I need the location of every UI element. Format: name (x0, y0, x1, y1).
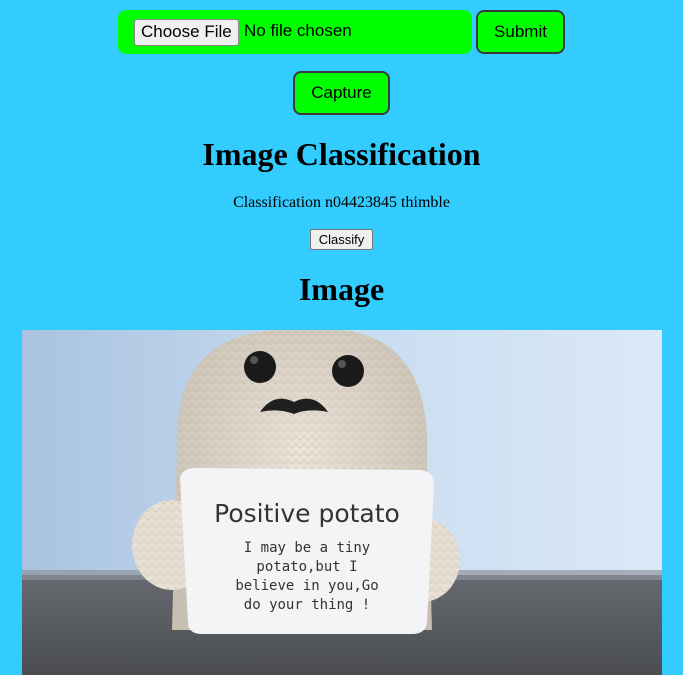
classify-button[interactable]: Classify (310, 229, 373, 250)
classification-result: Classification n04423845 thimble (233, 194, 450, 211)
choose-file-button[interactable]: Choose File (134, 19, 239, 46)
sign-title: Positive potato (214, 499, 400, 528)
captured-image: Positive potato I may be a tiny potato,b… (22, 330, 662, 675)
submit-button[interactable]: Submit (476, 10, 565, 54)
file-input-container[interactable]: Choose File No file chosen (118, 10, 472, 54)
capture-button[interactable]: Capture (293, 71, 390, 115)
page-title: Image Classification (202, 136, 481, 172)
file-status-text: No file chosen (244, 21, 352, 40)
sign-line-3: believe in you,Go (235, 578, 378, 594)
image-heading: Image (298, 271, 385, 307)
sign-line-2: potato,but I (256, 559, 357, 575)
upload-bar: Choose File No file chosen Submit (0, 0, 683, 62)
sign-line-1: I may be a tiny (244, 540, 370, 556)
sign-line-4: do your thing ! (244, 597, 370, 613)
